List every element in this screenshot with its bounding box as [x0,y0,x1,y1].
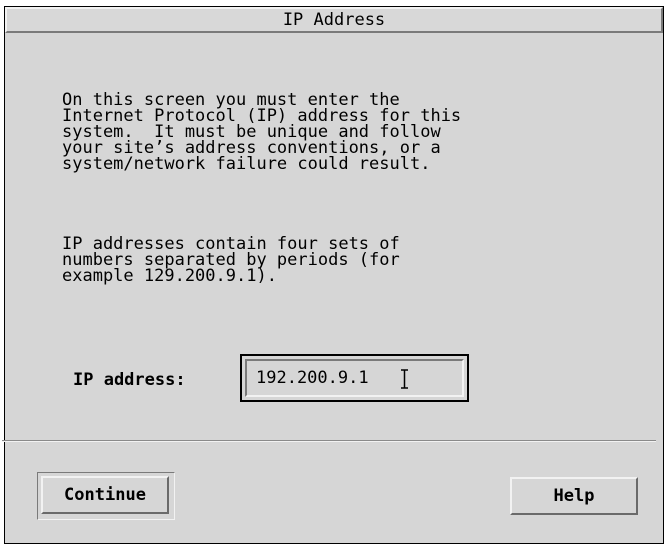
help-button[interactable]: Help [510,477,638,515]
button-area-divider [2,440,656,442]
dialog-title: IP Address [282,10,386,30]
dialog-title-bar: IP Address [5,7,663,33]
example-text: IP addresses contain four sets of number… [62,234,400,286]
instruction-text: On this screen you must enter the Intern… [62,90,462,174]
ip-address-label: IP address: [73,370,186,390]
continue-button[interactable]: Continue [41,476,169,514]
ip-address-field-focus-frame [240,354,469,402]
ip-address-input[interactable] [245,359,464,397]
